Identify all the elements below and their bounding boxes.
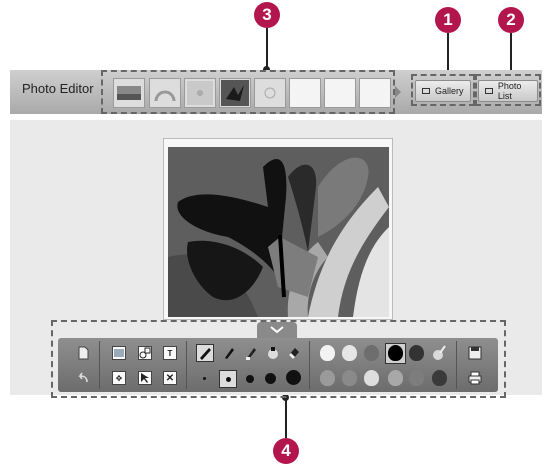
brush-size-2[interactable] — [226, 377, 231, 382]
color-swatch[interactable] — [342, 345, 357, 361]
thumbnail-empty[interactable] — [324, 78, 356, 108]
thumbnail-empty[interactable] — [289, 78, 321, 108]
photo-list-label: Photo List — [497, 81, 522, 101]
app-title: Photo Editor — [22, 81, 94, 96]
callout-4-line — [285, 398, 287, 438]
undo-icon[interactable] — [76, 371, 90, 385]
butterfly-photo[interactable] — [168, 147, 389, 317]
color-swatch[interactable] — [320, 345, 335, 361]
eraser-tool-icon[interactable] — [287, 346, 301, 360]
arch-thumb-icon — [154, 90, 176, 102]
color-swatch[interactable] — [342, 370, 357, 386]
brush-size-1[interactable] — [203, 377, 206, 380]
callout-1-line — [447, 33, 449, 73]
blur-thumb-icon — [187, 81, 213, 105]
photo-list-button[interactable]: Photo List — [478, 80, 538, 102]
color-swatch[interactable] — [388, 370, 403, 386]
thumbnail-3[interactable] — [184, 78, 216, 108]
toolbar-divider — [456, 341, 457, 389]
color-swatch[interactable] — [409, 345, 424, 361]
toolbar-divider — [186, 341, 187, 389]
color-swatch[interactable] — [432, 370, 447, 386]
callout-1: 1 — [435, 7, 461, 33]
spray-tool-icon[interactable] — [266, 346, 280, 360]
photo-list-icon — [485, 88, 493, 94]
marker-tool-icon[interactable] — [244, 346, 258, 360]
thumbnail-next-arrow-icon[interactable] — [395, 86, 401, 98]
color-swatch[interactable] — [409, 370, 424, 386]
gallery-label: Gallery — [435, 86, 464, 96]
circle-thumb-icon — [264, 87, 276, 99]
thumbnail-4[interactable] — [219, 78, 251, 108]
thumbnail-empty[interactable] — [359, 78, 391, 108]
butterfly-thumb-icon — [221, 80, 249, 106]
gallery-button[interactable]: Gallery — [415, 80, 471, 102]
color-swatch[interactable] — [364, 345, 379, 361]
delete-button[interactable]: ✕ — [163, 371, 177, 385]
pen-tool-icon[interactable] — [196, 344, 214, 362]
butterfly-image — [168, 147, 389, 317]
callout-3: 3 — [254, 2, 280, 28]
thumbnail-5[interactable] — [254, 78, 286, 108]
new-page-icon[interactable] — [76, 346, 90, 360]
thumbnail-2[interactable] — [149, 78, 181, 108]
thumbnail-1[interactable] — [113, 78, 145, 108]
color-swatch[interactable] — [320, 370, 335, 386]
image-tool-icon[interactable] — [112, 346, 126, 360]
text-tool-button[interactable]: T — [163, 346, 177, 360]
color-swatch[interactable] — [388, 345, 403, 361]
callout-3-line — [266, 28, 268, 70]
print-icon[interactable] — [468, 371, 482, 385]
toolbar-divider — [309, 341, 310, 389]
brush-tool-icon[interactable] — [222, 346, 236, 360]
shapes-tool-icon[interactable] — [138, 346, 152, 360]
color-swatch[interactable] — [364, 370, 379, 386]
move-tool-button[interactable]: ✥ — [112, 371, 126, 385]
callout-2-line — [510, 33, 512, 73]
brush-size-4[interactable] — [265, 373, 276, 384]
brush-size-3[interactable] — [246, 375, 254, 383]
chevron-down-icon — [270, 326, 284, 334]
save-icon[interactable] — [468, 346, 482, 360]
callout-4: 4 — [273, 438, 299, 464]
color-picker-icon[interactable] — [432, 345, 446, 360]
landscape-thumb-icon — [117, 86, 141, 100]
gallery-icon — [422, 88, 430, 94]
brush-size-5[interactable] — [286, 370, 301, 385]
callout-2: 2 — [498, 7, 524, 33]
toolbar-divider — [99, 341, 100, 389]
toolbar-collapse-tab[interactable] — [257, 322, 297, 338]
select-tool-icon[interactable] — [138, 371, 152, 385]
